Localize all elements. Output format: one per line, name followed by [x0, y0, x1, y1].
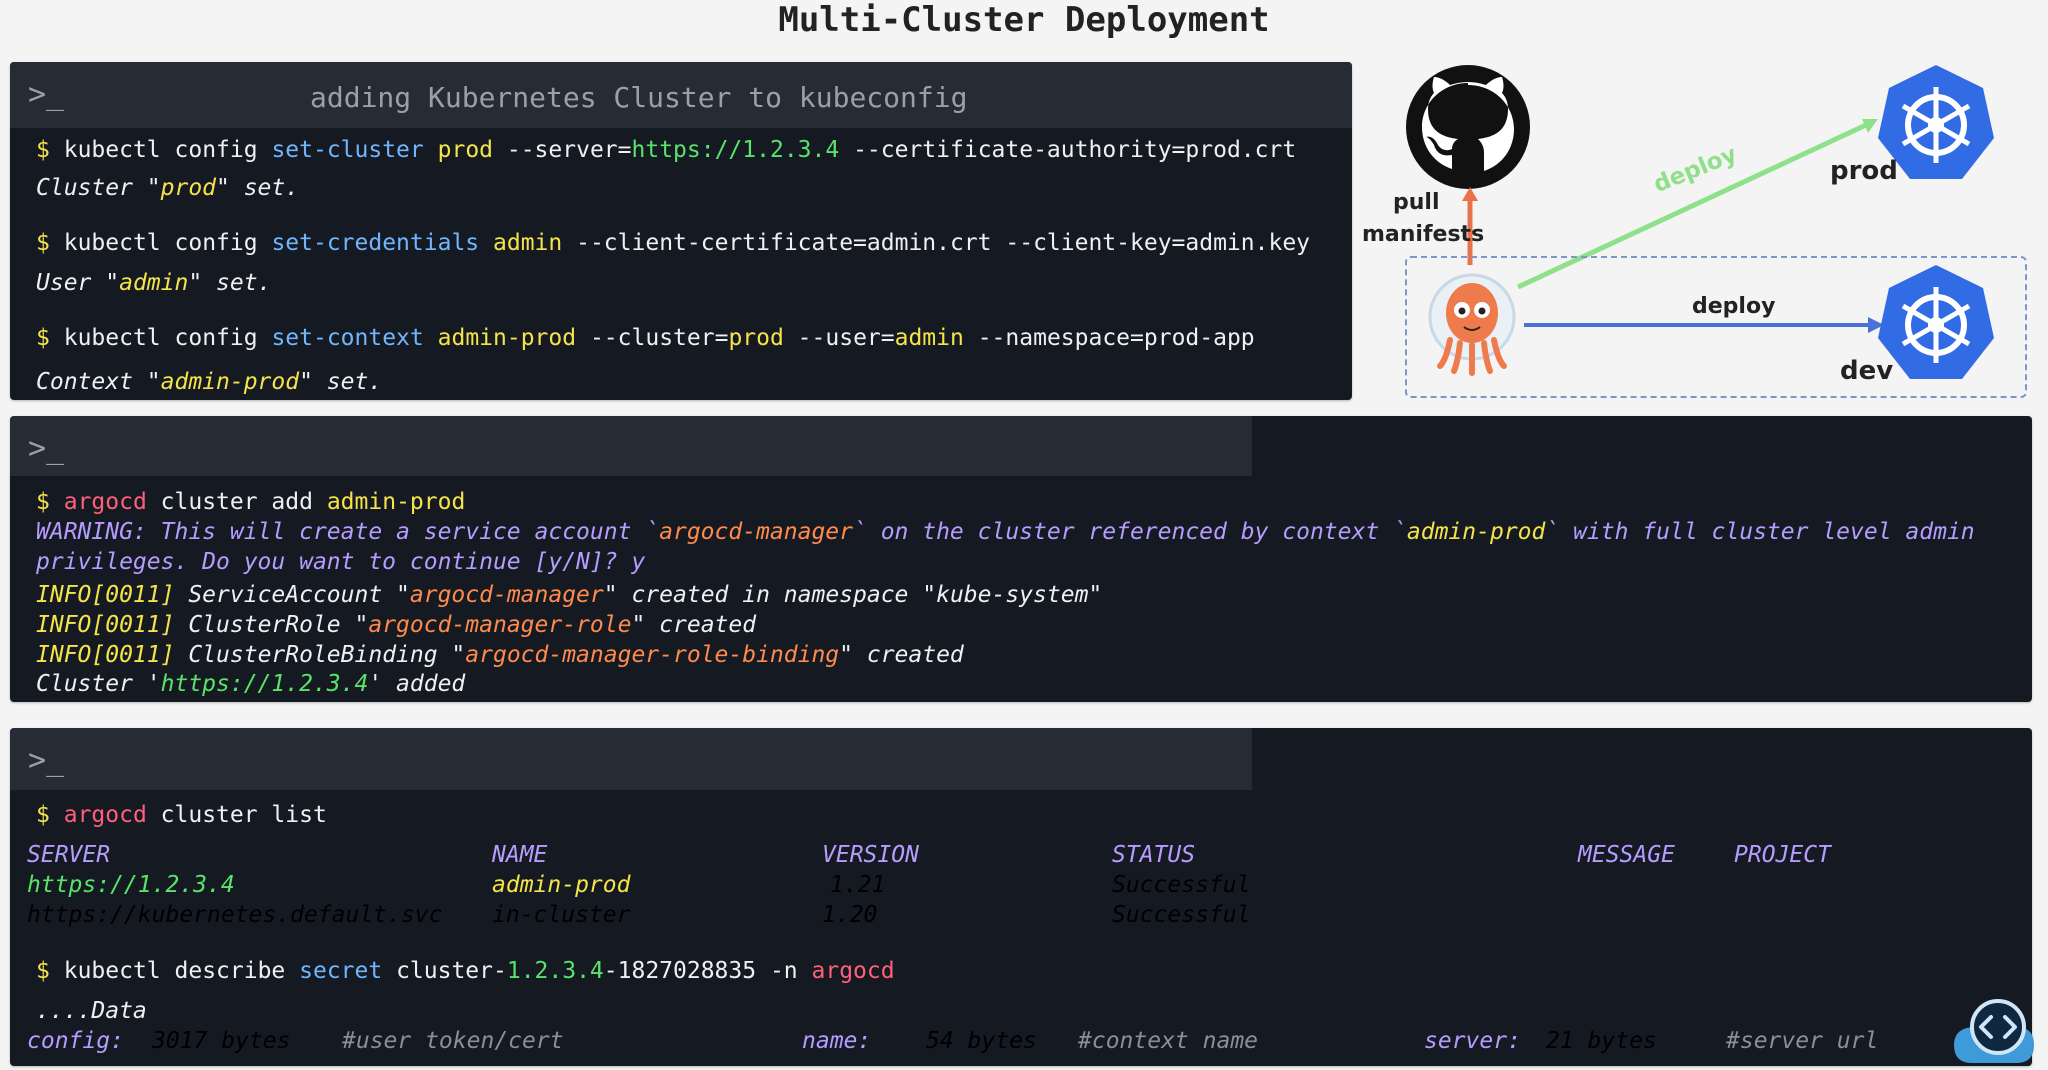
- command-line: $ kubectl config set-cluster prod --serv…: [36, 137, 1297, 163]
- pull-label: pull: [1393, 190, 1440, 215]
- data-key-config: config:: [27, 1028, 124, 1054]
- data-value-server: 21 bytes: [1546, 1028, 1657, 1054]
- data-value-name: 54 bytes: [926, 1028, 1037, 1054]
- data-comment-server: #server url: [1726, 1028, 1879, 1054]
- table-header-project: PROJECT: [1734, 842, 1831, 868]
- code-brackets-icon[interactable]: [1946, 997, 2036, 1063]
- table-header-status: STATUS: [1112, 842, 1196, 868]
- data-key-name: name:: [802, 1028, 872, 1054]
- terminal-argocd-add: >_ $ argocd cluster add admin-prod WARNI…: [10, 416, 2032, 702]
- terminal-header: >_: [10, 728, 1252, 790]
- terminal-prompt-icon: >_: [28, 431, 65, 466]
- terminal-argocd-list: >_ $ argocd cluster list SERVER NAME VER…: [10, 728, 2032, 1066]
- table-header-name: NAME: [492, 842, 548, 868]
- terminal-header: >_ adding Kubernetes Cluster to kubeconf…: [10, 62, 1352, 128]
- manifests-label: manifests: [1362, 222, 1485, 247]
- info-line: INFO[0011] ServiceAccount "argocd-manage…: [36, 582, 1103, 608]
- command-line: $ argocd cluster list: [36, 802, 327, 828]
- terminal-prompt-icon: >_: [28, 743, 65, 778]
- data-value-config: 3017 bytes: [152, 1028, 291, 1054]
- data-comment-name: #context name: [1078, 1028, 1259, 1054]
- warning-line: WARNING: This will create a service acco…: [36, 519, 1975, 545]
- table-cell: in-cluster: [492, 902, 631, 928]
- table-cell: Successful: [1112, 872, 1251, 898]
- output-line: Cluster 'https://1.2.3.4' added: [36, 671, 466, 697]
- github-icon: [1406, 65, 1530, 189]
- deploy-dev-label: deploy: [1692, 294, 1776, 319]
- command-line: $ kubectl config set-context admin-prod …: [36, 325, 1255, 351]
- terminal-kubeconfig: >_ adding Kubernetes Cluster to kubeconf…: [10, 62, 1352, 400]
- warning-line: privileges. Do you want to continue [y/N…: [36, 549, 646, 575]
- info-line: INFO[0011] ClusterRole "argocd-manager-r…: [36, 612, 757, 638]
- terminal-heading: adding Kubernetes Cluster to kubeconfig: [310, 81, 968, 114]
- command-line: $ kubectl config set-credentials admin -…: [36, 230, 1311, 256]
- data-heading: ....Data: [36, 998, 147, 1024]
- terminal-header: >_: [10, 416, 1252, 476]
- table-header-message: MESSAGE: [1578, 842, 1675, 868]
- command-line: $ kubectl describe secret cluster-1.2.3.…: [36, 958, 895, 984]
- info-line: INFO[0011] ClusterRoleBinding "argocd-ma…: [36, 642, 964, 668]
- command-line: $ argocd cluster add admin-prod: [36, 489, 466, 515]
- table-cell: Successful: [1112, 902, 1251, 928]
- data-key-server: server:: [1424, 1028, 1521, 1054]
- terminal-prompt-icon: >_: [28, 77, 65, 112]
- table-cell: admin-prod: [492, 872, 631, 898]
- table-cell: https://1.2.3.4: [27, 872, 235, 898]
- data-comment-config: #user token/cert: [342, 1028, 564, 1054]
- dev-label: dev: [1840, 356, 1894, 386]
- dev-cluster-boundary: [1405, 256, 2027, 398]
- table-cell: https://kubernetes.default.svc: [27, 902, 443, 928]
- table-cell: 1.21: [830, 872, 886, 898]
- output-line: Cluster "prod" set.: [36, 175, 300, 201]
- page-title: Multi-Cluster Deployment: [778, 0, 1270, 40]
- table-header-version: VERSION: [822, 842, 919, 868]
- table-header-server: SERVER: [27, 842, 111, 868]
- output-line: Context "admin-prod" set.: [36, 369, 383, 395]
- table-cell: 1.20: [822, 902, 878, 928]
- prod-label: prod: [1830, 156, 1898, 186]
- output-line: User "admin" set.: [36, 270, 272, 296]
